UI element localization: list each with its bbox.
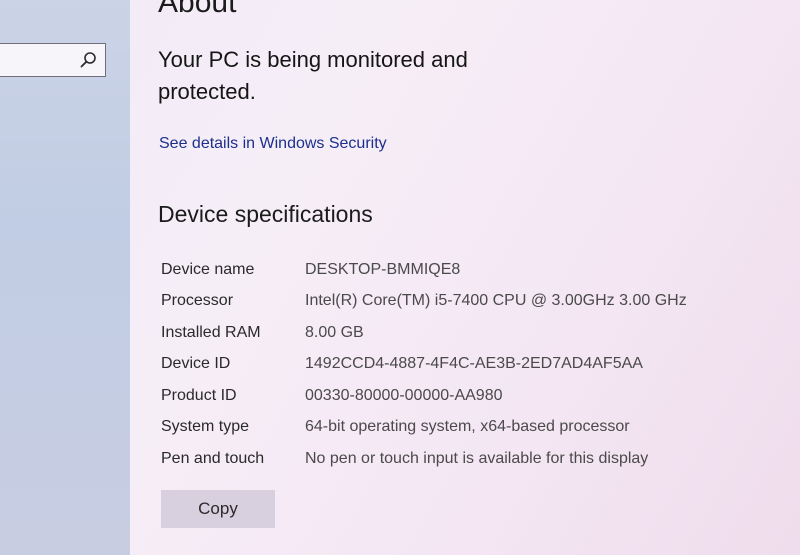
page-title: About <box>158 0 237 19</box>
spec-label: System type <box>161 418 250 435</box>
about-page: About Your PC is being monitored and pro… <box>130 0 800 555</box>
search-icon[interactable] <box>79 51 97 69</box>
spec-value: 8.00 GB <box>305 324 364 341</box>
device-specifications-heading: Device specifications <box>158 201 373 227</box>
copy-button[interactable]: Copy <box>161 490 275 528</box>
spec-label: Product ID <box>161 387 237 404</box>
spec-label: Installed RAM <box>161 324 261 341</box>
windows-security-link[interactable]: See details in Windows Security <box>159 135 387 153</box>
spec-value: No pen or touch input is available for t… <box>305 450 649 467</box>
spec-value: 1492CCD4-4887-4F4C-AE3B-2ED7AD4AF5AA <box>305 355 643 372</box>
settings-sidebar <box>0 0 130 555</box>
spec-value: 00330-80000-00000-AA980 <box>305 387 503 404</box>
spec-label: Pen and touch <box>161 450 265 467</box>
spec-label: Device name <box>161 261 255 278</box>
spec-value: Intel(R) Core(TM) i5-7400 CPU @ 3.00GHz … <box>305 292 687 309</box>
spec-value: DESKTOP-BMMIQE8 <box>305 261 461 278</box>
protection-status-text: Your PC is being monitored and protected… <box>158 47 468 104</box>
spec-label: Device ID <box>161 355 231 372</box>
spec-label: Processor <box>161 292 234 309</box>
settings-window: About Your PC is being monitored and pro… <box>0 0 800 555</box>
search-input[interactable] <box>0 43 106 77</box>
spec-value: 64-bit operating system, x64-based proce… <box>305 418 630 435</box>
